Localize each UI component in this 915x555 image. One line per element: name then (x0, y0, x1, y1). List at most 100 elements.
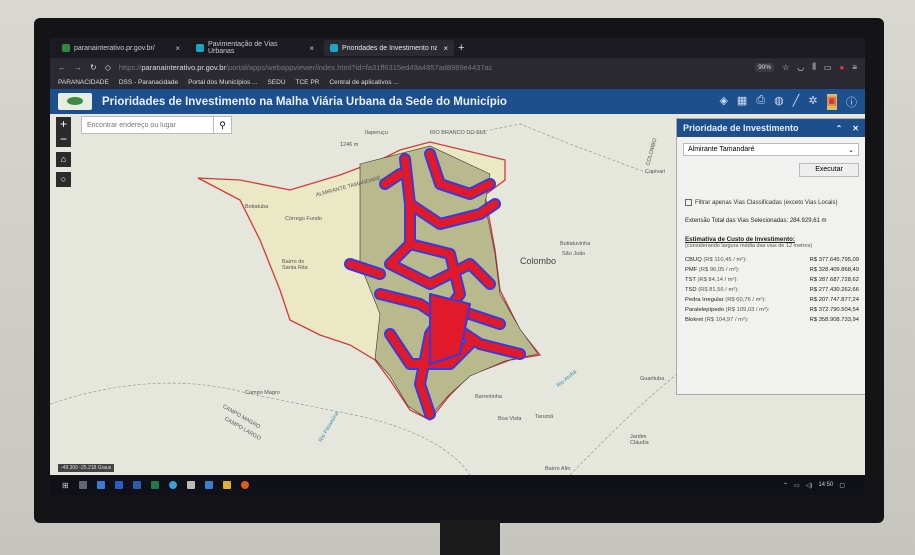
measure-icon[interactable]: ╱ (793, 94, 800, 110)
notification-icon[interactable]: ▢ (839, 482, 845, 489)
app-icon[interactable] (186, 481, 195, 489)
map-label: Campo Magro (245, 390, 280, 396)
tab-paranainterativo[interactable]: paranainterativo.pr.gov.br/× (56, 40, 186, 56)
map-label: Capivari (645, 169, 666, 175)
back-icon[interactable]: ← (58, 63, 66, 72)
bookmark-paranacidade[interactable]: PARANACIDADE (58, 79, 109, 86)
road-line (349, 413, 471, 475)
firefox-icon[interactable] (240, 481, 249, 489)
tab-prioridades[interactable]: Prioridades de Investimento na × (324, 40, 454, 56)
cost-row: Paralelepípedo (R$ 109,03 / m²): R$ 372.7… (685, 307, 859, 314)
file-icon[interactable] (78, 481, 87, 489)
cost-row: TSD (R$ 81,56 / m²): R$ 277.430.262,66 (685, 287, 859, 294)
clock[interactable]: 14:50 (818, 482, 833, 489)
sidebar-icon[interactable]: ▭ (824, 63, 832, 72)
cost-row: TST (R$ 84,14 / m²): R$ 287.687.728,62 (685, 277, 859, 284)
edge-icon[interactable] (114, 481, 123, 489)
cost-row: PMF (R$ 96,05 / m²): R$ 328.409.868,49 (685, 267, 859, 274)
cost-name: TST (685, 277, 696, 283)
map-label: Barreirinha (475, 394, 502, 400)
close-tab-icon[interactable]: × (443, 44, 448, 53)
municipio-select[interactable]: Almirante Tamandaré ⌄ (683, 143, 859, 156)
search-icon[interactable]: ⚲ (213, 117, 231, 133)
priority-widget-icon[interactable]: ▣ (826, 93, 837, 110)
tab-pavimentacao[interactable]: Pavimentação de Vias Urbanas × (190, 40, 320, 56)
cost-label: TST (R$ 84,14 / m²): (685, 277, 775, 284)
star-icon[interactable]: ☆ (782, 63, 789, 72)
layers-icon[interactable]: ◈ (719, 94, 727, 110)
zoom-in-button[interactable]: + (56, 117, 71, 132)
app-icon[interactable] (204, 481, 213, 489)
cost-rate: (R$ 109,03 / m²): (725, 307, 770, 313)
browser-icon[interactable] (168, 481, 177, 489)
globe-icon[interactable]: ◍ (774, 94, 784, 110)
cost-name: TSD (685, 287, 697, 293)
road-line (569, 363, 691, 475)
basemap-gallery-icon[interactable]: ▦ (737, 94, 747, 110)
folder-icon[interactable] (222, 481, 231, 489)
menu-icon[interactable]: ≡ (852, 63, 857, 72)
locate-button[interactable]: ○ (56, 172, 71, 187)
map-label: Bairro Alto (545, 466, 571, 472)
url-field[interactable]: https://paranainterativo.pr.gov.br/porta… (119, 63, 747, 72)
cost-row: CBUQ (R$ 110,45 / m²): R$ 377.645.795,09 (685, 257, 859, 264)
mail-icon[interactable] (96, 481, 105, 489)
close-tab-icon[interactable]: × (175, 44, 180, 53)
search-box: ⚲ (81, 116, 232, 134)
map-view[interactable]: + − ⌂ ○ ⚲ Itaperuçu RIO BRANCO DO SUL 12… (50, 114, 865, 475)
map-label: Córrego Fundo (285, 216, 322, 222)
cost-row: Blokret (R$ 104,97 / m²): R$ 358.908.733,… (685, 317, 859, 324)
forward-icon[interactable]: → (74, 63, 82, 72)
home-button[interactable]: ⌂ (56, 152, 71, 167)
close-tab-icon[interactable]: × (309, 44, 314, 53)
chevron-up-icon[interactable]: ⌃ (783, 482, 788, 489)
shield-icon: ◇ (104, 62, 111, 72)
bookmark-tce[interactable]: TCE PR (296, 79, 320, 86)
cost-list: CBUQ (R$ 110,45 / m²): R$ 377.645.795,09 P… (685, 257, 859, 324)
favicon-icon (330, 44, 338, 52)
cost-label: Blokret (R$ 104,97 / m²): (685, 317, 775, 324)
excel-icon[interactable] (150, 481, 159, 489)
estimate-subtitle: (considerando largura média das vias de … (685, 243, 813, 249)
new-tab-button[interactable]: + (458, 42, 464, 54)
cost-label: TSD (R$ 81,56 / m²): (685, 287, 775, 294)
filter-checkbox-row[interactable]: Filtrar apenas Vias Classificadas (excet… (685, 199, 865, 206)
map-label: RIO BRANCO DO SUL (430, 130, 487, 136)
volume-icon[interactable]: ◁) (806, 482, 813, 489)
zoom-level[interactable]: 90% (755, 62, 775, 72)
close-icon[interactable]: ✕ (852, 124, 859, 133)
bookmark-dss[interactable]: DSS - Paranacidade (119, 79, 178, 86)
extension-icon[interactable]: ● (839, 63, 844, 72)
address-bar-row: ← → ↻ ◇ https://paranainterativo.pr.gov.… (50, 58, 865, 76)
app-header: Prioridades de Investimento na Malha Viá… (50, 89, 865, 114)
reload-icon[interactable]: ↻ (90, 63, 97, 72)
coordinate-readout: -49.300 -25.218 Graus (58, 464, 115, 472)
bookmark-portal[interactable]: Portal dos Municípios ... (188, 79, 257, 86)
favicon-icon (196, 44, 204, 52)
search-input[interactable] (82, 117, 213, 133)
library-icon[interactable]: ⫼ (812, 62, 816, 72)
network-icon[interactable]: ▭ (794, 482, 800, 489)
bookmark-sedu[interactable]: SEDU (267, 79, 285, 86)
bookmark-central[interactable]: Central de aplicativos ... (329, 79, 398, 86)
start-icon[interactable]: ⊞ (62, 481, 69, 490)
cost-rate: (R$ 110,45 / m²): (703, 257, 747, 263)
collapse-icon[interactable]: ⌃ (836, 124, 843, 133)
gear-icon[interactable]: ✲ (808, 94, 817, 110)
toolbar: ◈ ▦ ⎙ ◍ ╱ ✲ ▣ ⓘ (719, 93, 865, 110)
map-label: Guarituba (640, 376, 665, 382)
execute-button[interactable]: Executar (799, 163, 859, 177)
total-length: Extensão Total das Vias Selecionadas: 28… (685, 218, 827, 224)
print-icon[interactable]: ⎙ (756, 94, 765, 110)
cost-row: Pedra Irregular (R$ 60,76 / m²): R$ 207.7… (685, 297, 859, 304)
cost-value: R$ 372.790.504,54 (809, 307, 859, 313)
priority-panel: Prioridade de Investimento ⌃ ✕ Almirante … (676, 118, 865, 395)
word-icon[interactable] (132, 481, 141, 489)
zoom-out-button[interactable]: − (56, 132, 71, 147)
filter-checkbox[interactable] (685, 199, 692, 206)
pocket-icon[interactable]: ◡ (797, 63, 804, 72)
zoom-controls: + − (56, 117, 71, 147)
info-icon[interactable]: ⓘ (846, 94, 857, 110)
cost-name: CBUQ (685, 257, 702, 263)
app-title: Prioridades de Investimento na Malha Viá… (102, 95, 507, 108)
